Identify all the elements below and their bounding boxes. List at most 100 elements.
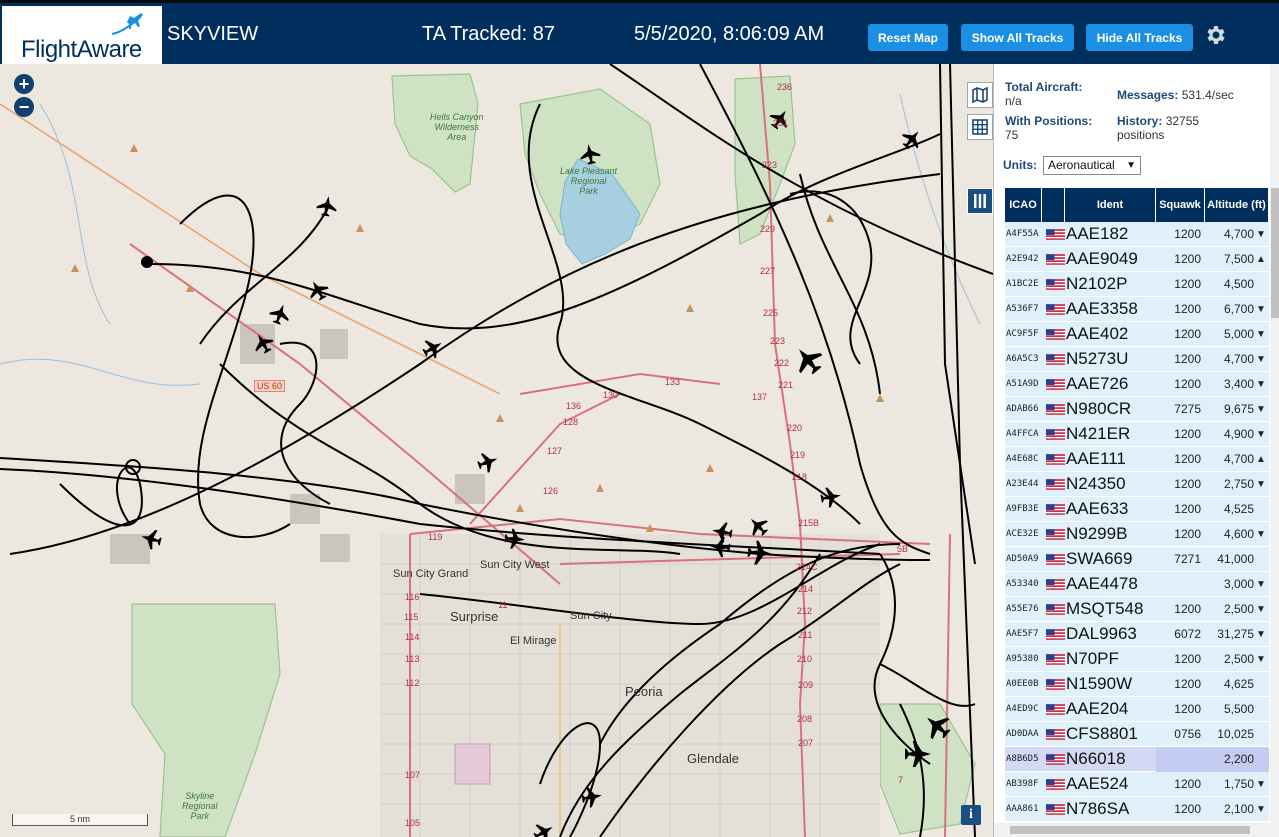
altitude-trend-icon: ▼: [1256, 603, 1266, 615]
cell-squawk: 1200: [1174, 327, 1201, 341]
altitude-trend-icon: ▼: [1256, 803, 1266, 815]
cell-altitude: 2,500 ▼: [1205, 597, 1269, 622]
units-select[interactable]: Aeronautical ▼: [1043, 156, 1141, 175]
cell-icao: AB398F: [1006, 779, 1039, 789]
table-row[interactable]: AAA861 N786SA 1200 2,100 ▼: [1005, 797, 1269, 822]
vertical-scrollbar[interactable]: [1270, 64, 1279, 837]
cell-flag: [1042, 297, 1065, 322]
table-row[interactable]: ADAB66 N980CR 7275 9,675 ▼: [1005, 397, 1269, 422]
road-number: 225: [763, 308, 779, 318]
cell-ident: N66018: [1066, 749, 1126, 768]
us-flag-icon: [1046, 628, 1065, 640]
toggle-sidebar-button[interactable]: [967, 188, 993, 214]
table-row[interactable]: A9FB3E AAE633 1200 4,525: [1005, 497, 1269, 522]
col-header-altitude[interactable]: Altitude (ft): [1205, 188, 1269, 222]
grid-toggle-button[interactable]: [967, 114, 993, 140]
map-canvas[interactable]: Hells Canyon Wilderness Area Lake Pleasant…: [0, 64, 993, 837]
us-flag-icon: [1046, 678, 1065, 690]
col-header-ident[interactable]: Ident: [1065, 188, 1156, 222]
gear-icon[interactable]: [1203, 23, 1227, 47]
cell-flag: [1042, 497, 1065, 522]
show-all-tracks-button[interactable]: Show All Tracks: [961, 24, 1074, 51]
table-row[interactable]: A53340 AAE4478 3,000 ▼: [1005, 572, 1269, 597]
zoom-out-button[interactable]: −: [14, 97, 34, 117]
col-header-squawk[interactable]: Squawk: [1156, 188, 1205, 222]
table-row[interactable]: A2E942 AAE9049 1200 7,500 ▲: [1005, 247, 1269, 272]
road-number: 133: [665, 377, 681, 387]
altitude-trend-icon: ▼: [1256, 528, 1266, 540]
table-row[interactable]: A0EE0B N1590W 1200 4,625: [1005, 672, 1269, 697]
cell-squawk: 7271: [1174, 552, 1201, 566]
table-row[interactable]: AD0DAA CFS8801 0756 10,025: [1005, 722, 1269, 747]
cell-squawk: 1200: [1174, 477, 1201, 491]
skyview-app: FlightAware SKYVIEW TA Tracked: 87 5/5/2…: [0, 0, 1279, 837]
table-row[interactable]: A1BC2E N2102P 1200 4,500: [1005, 272, 1269, 297]
cell-icao: A1BC2E: [1006, 279, 1039, 289]
cell-altitude: 4,900 ▼: [1205, 422, 1269, 447]
table-row[interactable]: A55E76 MSQT548 1200 2,500 ▼: [1005, 597, 1269, 622]
table-row[interactable]: A51A9D AAE726 1200 3,400 ▼: [1005, 372, 1269, 397]
horizontal-scrollbar[interactable]: [994, 823, 1270, 837]
scale-bar: 5 nm: [12, 814, 148, 826]
aircraft-table: ICAO Ident Squawk Altitude (ft) A4F55A AA…: [1005, 188, 1269, 822]
us-flag-icon: [1046, 328, 1065, 340]
table-row[interactable]: AAE5F7 DAL9963 6072 31,275 ▼: [1005, 622, 1269, 647]
table-row[interactable]: A4E68C AAE111 1200 4,700 ▲: [1005, 447, 1269, 472]
table-row[interactable]: A4F55A AAE182 1200 4,700 ▼: [1005, 222, 1269, 247]
altitude-trend-icon: ▼: [1256, 653, 1266, 665]
us-flag-icon: [1046, 653, 1065, 665]
altitude-value: 4,525: [1223, 502, 1254, 516]
map-layers-button[interactable]: [967, 82, 993, 108]
route-shield-us60: US 60: [254, 380, 286, 392]
us-flag-icon: [1046, 478, 1065, 490]
table-row[interactable]: AB398F AAE524 1200 1,750 ▼: [1005, 772, 1269, 797]
cell-altitude: 3,400 ▼: [1205, 372, 1269, 397]
cell-squawk: 1200: [1174, 602, 1201, 616]
road-number: 112: [405, 678, 420, 688]
table-row[interactable]: A23E44 N24350 1200 2,750 ▼: [1005, 472, 1269, 497]
col-header-icao[interactable]: ICAO: [1005, 188, 1042, 222]
table-row[interactable]: A4FFCA N421ER 1200 4,900 ▼: [1005, 422, 1269, 447]
table-row[interactable]: A4ED9C AAE204 1200 5,500: [1005, 697, 1269, 722]
road-number: 222: [774, 358, 790, 368]
altitude-value: 3,000: [1223, 577, 1254, 591]
place-label-el-mirage: El Mirage: [510, 635, 557, 647]
cell-icao: AAE5F7: [1006, 629, 1039, 639]
road-number: 128: [563, 417, 579, 427]
cell-flag: [1042, 547, 1065, 572]
messages-label: Messages:: [1117, 88, 1179, 102]
cell-squawk: 1200: [1174, 377, 1201, 391]
col-header-flag[interactable]: [1042, 188, 1065, 222]
aircraft-sidebar: Total Aircraft: n/a With Positions: 75 M…: [993, 64, 1279, 837]
cell-altitude: 2,500 ▼: [1205, 647, 1269, 672]
cell-icao: AAA861: [1006, 804, 1039, 814]
hide-all-tracks-button[interactable]: Hide All Tracks: [1086, 24, 1193, 51]
page-title: SKYVIEW: [167, 23, 259, 45]
park-label-lake-pleasant: Lake Pleasant Regional Park: [560, 166, 618, 196]
zoom-in-button[interactable]: +: [14, 74, 34, 94]
cell-flag: [1042, 372, 1065, 397]
cell-altitude: 4,525: [1205, 497, 1269, 522]
table-row[interactable]: A6A5C3 N5273U 1200 4,700 ▼: [1005, 347, 1269, 372]
table-body: A4F55A AAE182 1200 4,700 ▼ A2E942 AAE9049 1200 7…: [1005, 222, 1269, 822]
cell-altitude: 2,750 ▼: [1205, 472, 1269, 497]
table-row[interactable]: A536F7 AAE3358 1200 6,700 ▼: [1005, 297, 1269, 322]
table-row[interactable]: AD50A9 SWA669 7271 41,000: [1005, 547, 1269, 572]
place-label-sun-city-west: Sun City West: [480, 559, 550, 571]
table-row[interactable]: A95380 N70PF 1200 2,500 ▼: [1005, 647, 1269, 672]
cell-altitude: 4,600 ▼: [1205, 522, 1269, 547]
reset-map-button[interactable]: Reset Map: [868, 24, 948, 51]
altitude-trend-icon: ▼: [1256, 328, 1266, 340]
road-number: 207: [798, 738, 814, 748]
info-button[interactable]: i: [961, 805, 981, 825]
altitude-trend-icon: ▼: [1256, 778, 1266, 790]
flightaware-logo[interactable]: FlightAware: [2, 6, 162, 65]
road-number: 220: [787, 423, 803, 433]
total-aircraft-label: Total Aircraft:: [1005, 80, 1083, 94]
table-row[interactable]: ACE32E N9299B 1200 4,600 ▼: [1005, 522, 1269, 547]
history-value: 32755: [1165, 114, 1200, 128]
table-row[interactable]: A8B6D5 N66018 2,200: [1005, 746, 1269, 772]
table-row[interactable]: AC9F5F AAE402 1200 5,000 ▼: [1005, 322, 1269, 347]
altitude-value: 10,025: [1217, 727, 1254, 741]
us-flag-icon: [1046, 578, 1065, 590]
